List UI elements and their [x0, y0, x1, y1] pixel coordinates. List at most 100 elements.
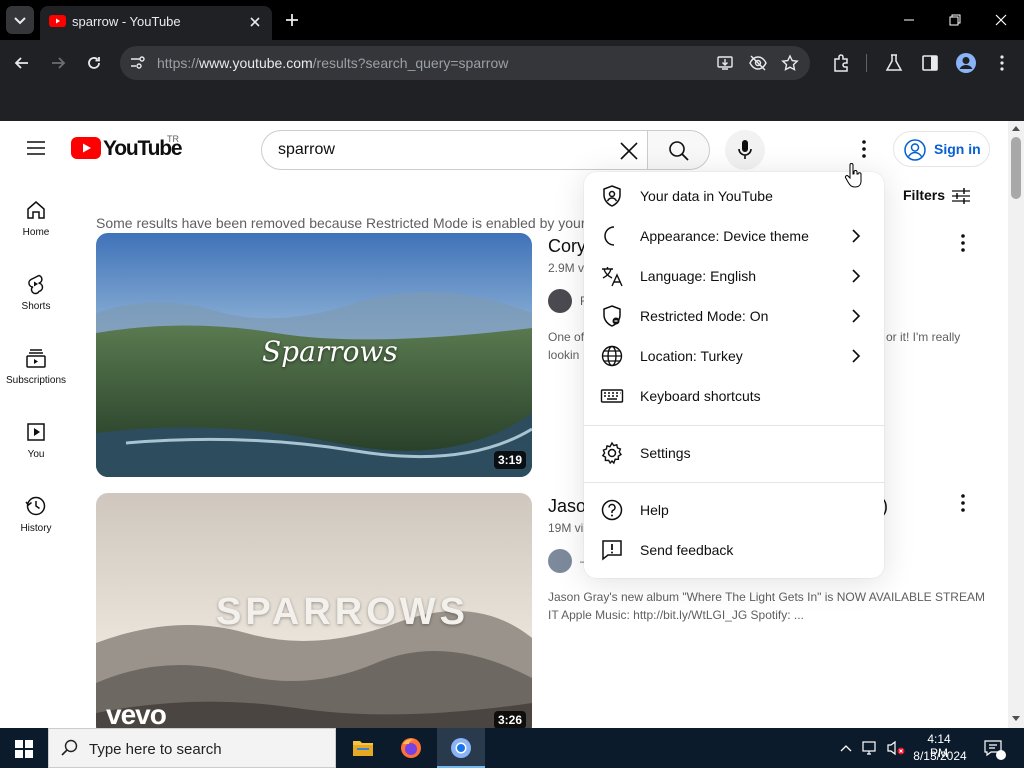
page-scrollbar[interactable]	[1008, 121, 1024, 728]
menu-item-keyboard-shortcuts[interactable]: Keyboard shortcuts	[584, 376, 884, 416]
search-icon	[669, 141, 689, 161]
video-title[interactable]: Cory	[548, 236, 586, 257]
keyboard-icon	[600, 389, 624, 403]
account-circle-icon	[904, 139, 926, 161]
video-thumbnail[interactable]: SPARROWS vevo 3:26	[96, 493, 532, 728]
volume-muted-icon[interactable]	[886, 740, 906, 756]
voice-search-button[interactable]	[725, 130, 765, 170]
search-input-value: sparrow	[278, 141, 335, 158]
menu-item-send-feedback[interactable]: Send feedback	[584, 530, 884, 570]
chevron-right-icon	[852, 229, 861, 243]
network-icon[interactable]	[862, 740, 880, 756]
menu-item-label: Appearance: Device theme	[640, 228, 809, 244]
hamburger-menu-icon[interactable]	[26, 139, 46, 157]
menu-item-help[interactable]: Help	[584, 490, 884, 530]
menu-divider	[584, 425, 884, 426]
sidebar-item-label: Shorts	[21, 301, 51, 312]
scrollbar-thumb[interactable]	[1011, 137, 1021, 199]
chevron-right-icon	[852, 349, 861, 363]
taskbar-file-explorer[interactable]	[340, 728, 386, 768]
shorts-icon	[28, 274, 44, 295]
menu-item-label: Your data in YouTube	[640, 188, 773, 204]
channel-avatar[interactable]	[548, 549, 572, 573]
url-text: https://www.youtube.com/results?search_q…	[157, 55, 509, 71]
menu-item-your-data[interactable]: Your data in YouTube	[584, 176, 884, 216]
install-app-icon[interactable]	[716, 54, 734, 72]
bookmark-star-icon[interactable]	[781, 54, 799, 72]
search-button[interactable]	[647, 130, 710, 170]
site-info-icon[interactable]	[128, 55, 146, 71]
menu-item-label: Send feedback	[640, 542, 734, 558]
reload-icon[interactable]	[84, 53, 104, 73]
menu-item-language[interactable]: Language: English	[584, 256, 884, 296]
taskbar-chrome[interactable]	[437, 728, 485, 768]
menu-item-appearance[interactable]: Appearance: Device theme	[584, 216, 884, 256]
restore-icon[interactable]	[946, 12, 964, 28]
close-window-icon[interactable]	[992, 12, 1010, 28]
profile-avatar-icon[interactable]	[955, 52, 977, 74]
notification-badge	[996, 750, 1006, 760]
tracking-protection-icon[interactable]	[748, 54, 768, 72]
menu-item-settings[interactable]: Settings	[584, 433, 884, 473]
tab-title: sparrow - YouTube	[72, 14, 181, 29]
filters-button[interactable]: Filters	[903, 184, 975, 208]
search-input[interactable]: sparrow	[261, 130, 647, 170]
channel-avatar[interactable]	[548, 289, 572, 313]
chrome-icon	[451, 738, 471, 758]
settings-more-icon[interactable]	[856, 139, 872, 159]
menu-item-label: Settings	[640, 445, 691, 461]
tab-search-button[interactable]	[6, 6, 34, 34]
taskbar-firefox[interactable]	[388, 728, 434, 768]
address-bar[interactable]: https://www.youtube.com/results?search_q…	[120, 46, 810, 80]
clear-search-icon[interactable]	[618, 140, 640, 162]
video-description-line2: lookin	[548, 348, 580, 362]
new-tab-icon[interactable]	[283, 11, 301, 29]
thumbnail-title-text: Sparrows	[262, 335, 398, 368]
restricted-mode-notice: Some results have been removed because R…	[96, 215, 595, 231]
menu-item-label: Keyboard shortcuts	[640, 388, 761, 404]
sidebar-item-home[interactable]: Home	[0, 193, 72, 253]
extensions-icon[interactable]	[831, 53, 851, 73]
scroll-up-arrow-icon[interactable]	[1012, 125, 1020, 131]
sidebar-item-history[interactable]: History	[0, 489, 72, 549]
scroll-down-arrow-icon[interactable]	[1012, 716, 1020, 722]
chevron-down-icon	[14, 17, 26, 25]
gear-icon	[601, 441, 623, 465]
moon-icon	[604, 226, 615, 246]
video-thumbnail[interactable]: Sparrows 3:19	[96, 233, 532, 477]
labs-flask-icon[interactable]	[885, 53, 903, 73]
help-icon	[601, 499, 623, 521]
menu-item-restricted-mode[interactable]: Restricted Mode: On	[584, 296, 884, 336]
thumbnail-title-text: SPARROWS	[216, 591, 469, 633]
browser-tab-active[interactable]: sparrow - YouTube	[40, 6, 272, 40]
menu-item-label: Language: English	[640, 268, 756, 284]
home-icon	[27, 201, 45, 219]
minimize-icon[interactable]	[900, 12, 918, 28]
close-tab-icon[interactable]	[246, 13, 264, 31]
browser-menu-icon[interactable]	[994, 53, 1010, 73]
video-more-icon[interactable]	[955, 233, 971, 253]
history-icon	[25, 496, 46, 516]
sidebar-item-shorts[interactable]: Shorts	[0, 267, 72, 327]
show-hidden-icons-chevron-icon[interactable]	[840, 743, 852, 753]
sidebar-item-label: Home	[22, 227, 50, 238]
youtube-favicon-icon	[49, 15, 66, 27]
you-library-icon	[27, 423, 45, 441]
menu-item-location[interactable]: Location: Turkey	[584, 336, 884, 376]
forward-icon[interactable]	[48, 53, 68, 73]
sidebar-item-label: You	[27, 449, 45, 460]
sidebar-item-subscriptions[interactable]: Subscriptions	[0, 341, 72, 401]
video-title[interactable]: Jaso	[548, 496, 586, 517]
sign-in-button[interactable]: Sign in	[893, 131, 990, 167]
vevo-logo: vevo	[106, 699, 167, 728]
back-icon[interactable]	[12, 53, 32, 73]
video-more-icon[interactable]	[955, 493, 971, 513]
taskbar-search-input[interactable]: Type here to search	[48, 728, 336, 768]
youtube-logo[interactable]: YouTube TR	[71, 134, 191, 162]
taskbar-date[interactable]: 8/13/2024	[910, 749, 970, 763]
subscriptions-icon	[26, 349, 46, 368]
region-code: TR	[167, 134, 179, 144]
side-panel-icon[interactable]	[921, 54, 939, 72]
windows-start-icon[interactable]	[15, 740, 33, 758]
sidebar-item-you[interactable]: You	[0, 415, 72, 475]
